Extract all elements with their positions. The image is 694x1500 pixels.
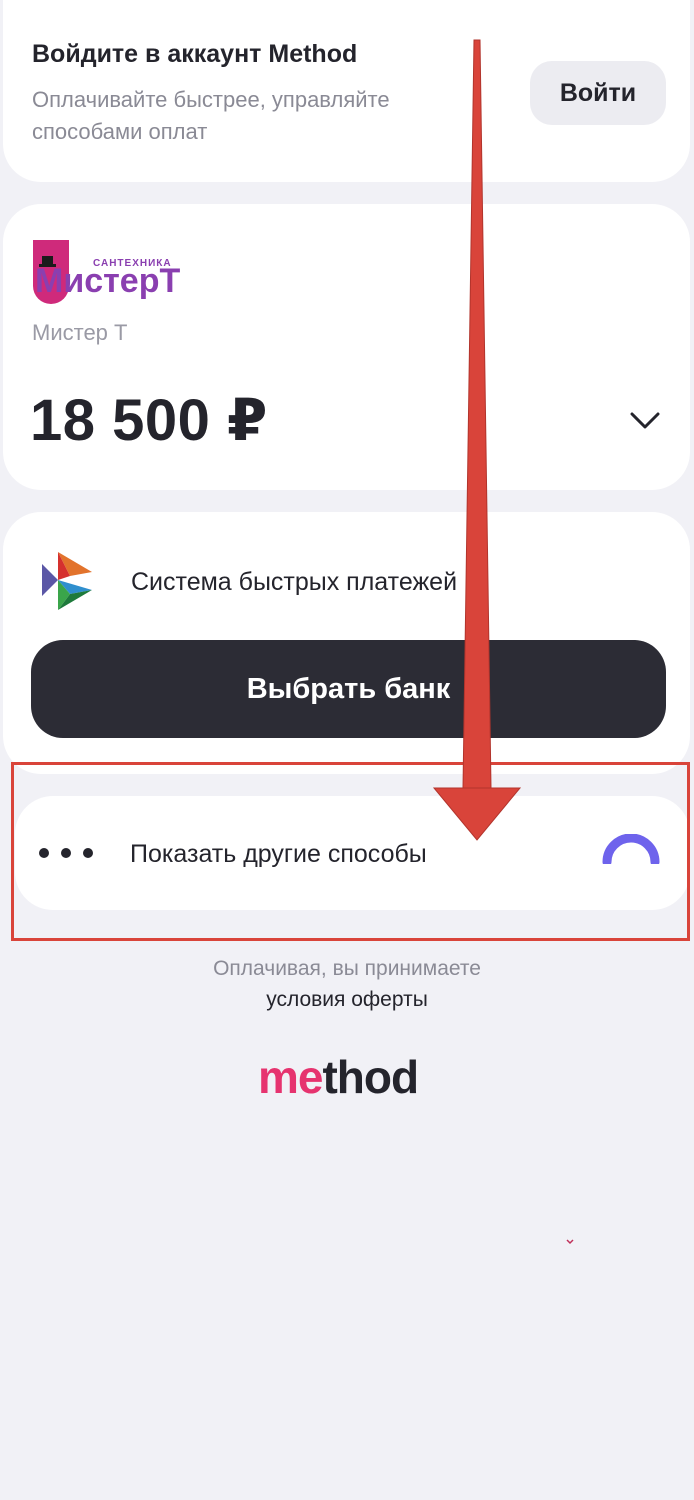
login-title: Войдите в аккаунт Method [32, 40, 358, 68]
logo-big-text: МистерТ [35, 262, 180, 300]
sbp-logo-icon [40, 550, 94, 612]
offer-link[interactable]: условия оферты [0, 988, 694, 1012]
method-logo-part1: me [258, 1051, 323, 1103]
small-chevron-mark [566, 1232, 574, 1245]
sbp-card: Система быстрых платежей Выбрать банк [3, 512, 690, 774]
payment-amount: 18 500 ₽ [30, 388, 268, 453]
merchant-card: САНТЕХНИКА МистерТ Мистер Т 18 500 ₽ [3, 204, 690, 490]
merchant-logo: САНТЕХНИКА МистерТ [31, 238, 211, 310]
login-card: Войдите в аккаунт Method Оплачивайте быс… [3, 0, 690, 182]
select-bank-button[interactable]: Выбрать банк [31, 640, 666, 738]
login-button[interactable]: Войти [530, 61, 666, 125]
sbp-label: Система быстрых платежей [131, 568, 458, 596]
chevron-down-icon[interactable] [628, 404, 662, 438]
login-subtitle: Оплачивайте быстрее, управляйте способам… [32, 87, 390, 144]
method-logo-part2: thod [322, 1051, 419, 1103]
method-logo: method [258, 1050, 419, 1104]
highlight-box [11, 762, 690, 941]
offer-caption: Оплачивая, вы принимаете [213, 957, 481, 980]
merchant-name: Мистер Т [32, 320, 128, 345]
